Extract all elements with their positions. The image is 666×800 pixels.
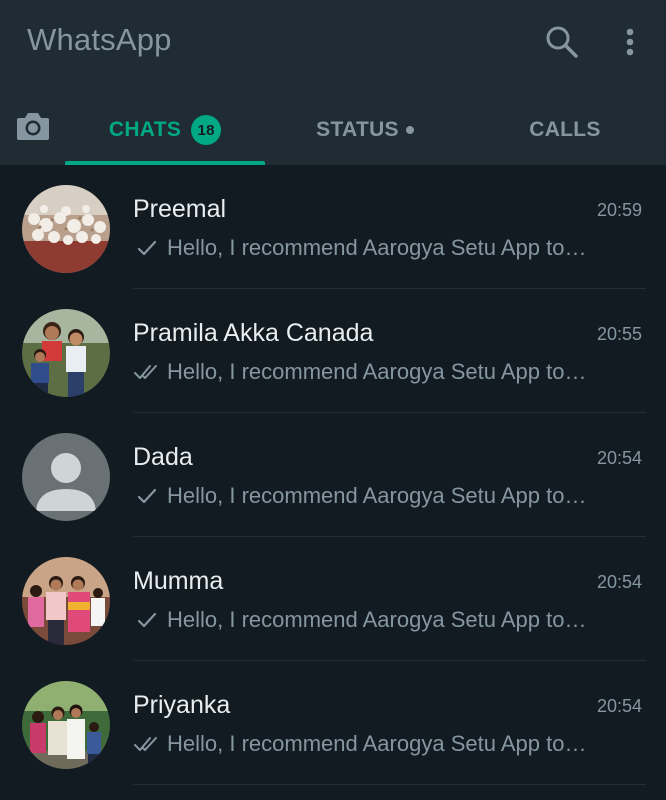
preview-text: Hello, I recommend Aarogya Setu App to…: [167, 731, 587, 756]
preview-text: Hello, I recommend Aarogya Setu App to…: [167, 607, 587, 632]
camera-icon[interactable]: [14, 109, 52, 145]
message-preview: Hello, I recommend Aarogya Setu App to…: [133, 359, 633, 385]
preview-text: Hello, I recommend Aarogya Setu App to…: [167, 483, 587, 508]
app-title: WhatsApp: [27, 22, 172, 57]
more-vertical-icon[interactable]: [616, 24, 644, 60]
chat-row[interactable]: Pramila Akka Canada 20:55 Hello, I recom…: [0, 289, 666, 413]
single-tick-icon: [137, 488, 157, 504]
single-tick-icon: [137, 240, 157, 256]
timestamp: 20:54: [596, 448, 642, 468]
timestamp: 20:59: [596, 200, 642, 220]
tab-status-label: STATUS: [316, 118, 399, 141]
row-divider: [133, 784, 646, 785]
tab-chats-label: CHATS: [108, 118, 182, 141]
chat-row[interactable]: Preemal 20:59 Hello, I recommend Aarogya…: [0, 165, 666, 289]
contact-name: Dada: [133, 443, 193, 471]
preview-text: Hello, I recommend Aarogya Setu App to…: [167, 359, 587, 384]
whatsapp-app: WhatsApp CHATS 18 STATUS CALLS Preemal 2…: [0, 0, 666, 800]
contact-name: Priyanka: [133, 691, 231, 719]
tab-chats[interactable]: CHATS 18: [65, 95, 265, 165]
message-preview: Hello, I recommend Aarogya Setu App to…: [133, 235, 633, 261]
double-tick-icon: [134, 365, 157, 379]
single-tick-icon: [137, 612, 157, 628]
status-update-dot: [405, 126, 414, 134]
contact-name: Pramila Akka Canada: [133, 319, 374, 347]
tab-bar: CHATS 18 STATUS CALLS: [0, 95, 666, 165]
tab-calls-label: CALLS: [529, 118, 601, 141]
default-avatar-icon[interactable]: [22, 433, 110, 521]
search-icon[interactable]: [544, 24, 580, 60]
timestamp: 20:54: [596, 696, 642, 716]
contact-name: Preemal: [133, 195, 227, 223]
avatar[interactable]: [22, 557, 110, 645]
timestamp: 20:54: [596, 572, 642, 592]
message-preview: Hello, I recommend Aarogya Setu App to…: [133, 483, 633, 509]
chat-row[interactable]: Mumma 20:54 Hello, I recommend Aarogya S…: [0, 537, 666, 661]
avatar[interactable]: [22, 185, 110, 273]
timestamp: 20:55: [596, 324, 642, 344]
app-header: WhatsApp CHATS 18 STATUS CALLS: [0, 0, 666, 165]
message-preview: Hello, I recommend Aarogya Setu App to…: [133, 731, 633, 757]
preview-text: Hello, I recommend Aarogya Setu App to…: [167, 235, 587, 260]
chat-row[interactable]: Dada 20:54 Hello, I recommend Aarogya Se…: [0, 413, 666, 537]
chat-row[interactable]: Priyanka 20:54 Hello, I recommend Aarogy…: [0, 661, 666, 785]
tab-calls[interactable]: CALLS: [465, 95, 665, 165]
tab-status[interactable]: STATUS: [265, 95, 465, 165]
avatar[interactable]: [22, 309, 110, 397]
avatar[interactable]: [22, 681, 110, 769]
message-preview: Hello, I recommend Aarogya Setu App to…: [133, 607, 633, 633]
contact-name: Mumma: [133, 567, 224, 595]
unread-count-badge: 18: [191, 115, 222, 145]
double-tick-icon: [134, 737, 157, 751]
chat-list: Preemal 20:59 Hello, I recommend Aarogya…: [0, 165, 666, 785]
